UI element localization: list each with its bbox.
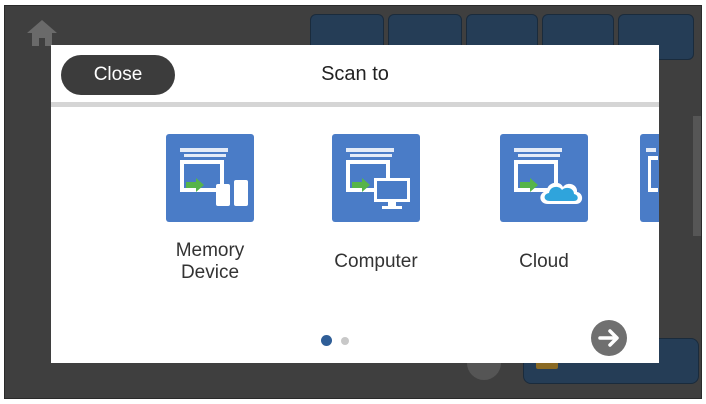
home-icon xyxy=(27,20,57,46)
label-line-1: Memory xyxy=(175,240,245,261)
scan-to-dialog: Close Scan to Memory Device Computer Clo… xyxy=(51,45,659,363)
dialog-title: Scan to xyxy=(321,63,389,85)
page-dot-inactive xyxy=(341,336,349,345)
memory-device-icon xyxy=(166,134,254,222)
label-line-2: Device xyxy=(180,262,240,283)
page-dot-active xyxy=(321,335,332,347)
background-scrollbar xyxy=(693,116,701,236)
destination-label: Computer xyxy=(334,251,418,272)
computer-icon xyxy=(332,134,420,222)
cloud-icon xyxy=(500,134,588,222)
next-page-button[interactable] xyxy=(591,320,627,356)
destination-cloud[interactable]: Cloud xyxy=(469,134,619,273)
arrow-right-icon xyxy=(598,329,619,347)
page-indicator xyxy=(321,332,358,347)
destination-label: Cloud xyxy=(519,251,569,272)
destination-label: Memory Device xyxy=(135,240,285,284)
title-divider xyxy=(51,102,659,107)
partial-tile-icon xyxy=(640,134,659,222)
destination-memory-device[interactable]: Memory Device xyxy=(135,134,285,284)
destination-computer[interactable]: Computer xyxy=(301,134,451,273)
destination-partial[interactable] xyxy=(640,134,659,222)
